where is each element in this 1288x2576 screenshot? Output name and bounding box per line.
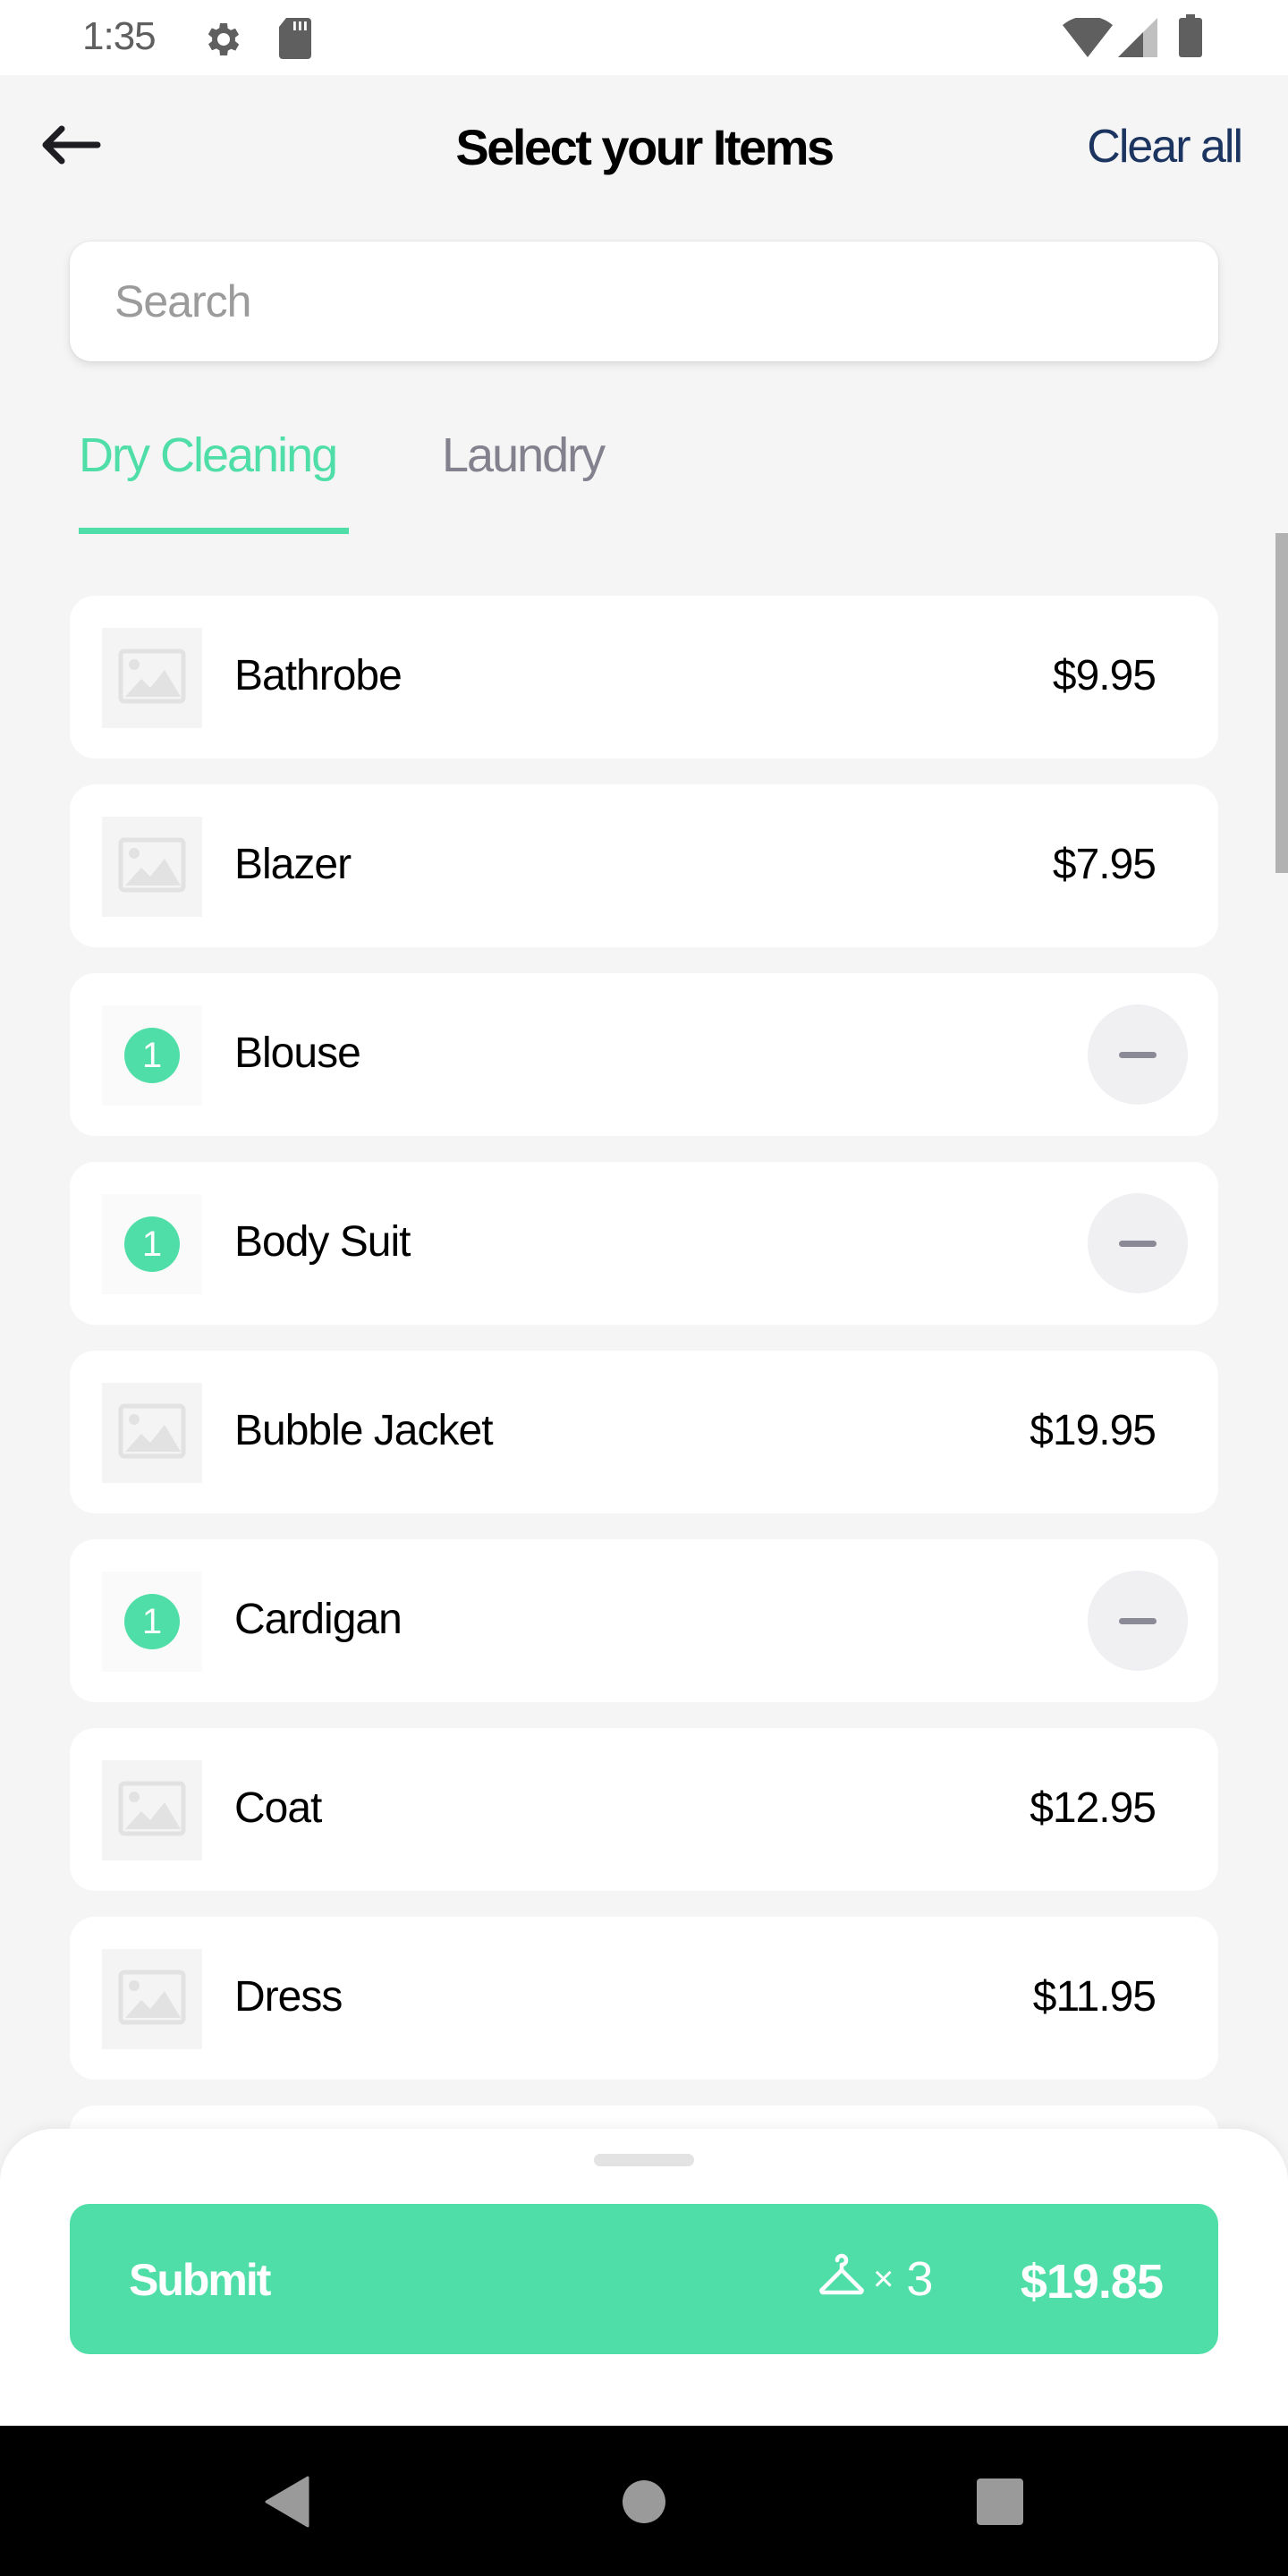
item-name: Coat [234,1784,322,1832]
times-symbol: × [873,2258,894,2299]
status-time: 1:35 [82,14,157,58]
search-box [70,242,1218,361]
tab-laundry[interactable]: Laundry [442,428,606,483]
list-item[interactable]: Bubble Jacket $19.95 [70,1351,1218,1513]
list-item[interactable]: 1 Body Suit [70,1162,1218,1325]
wifi-icon [1063,15,1113,62]
nav-back-button[interactable] [256,2472,318,2535]
item-thumbnail [102,628,202,728]
hanger-icon [818,2250,866,2309]
item-name: Body Suit [234,1218,411,1266]
image-placeholder-icon [118,1970,186,2029]
category-tabs: Dry Cleaning Laundry [79,428,1224,537]
sd-card-icon [277,18,313,64]
minus-icon [1119,1617,1157,1624]
quantity-badge: 1 [124,1028,180,1083]
battery-icon [1177,14,1204,62]
list-item[interactable]: Dress $11.95 [70,1917,1218,2080]
list-item[interactable]: 1 Blouse [70,973,1218,1136]
tab-dry-cleaning[interactable]: Dry Cleaning [79,428,338,483]
item-thumbnail: 1 [102,1572,202,1672]
nav-recents-button[interactable] [969,2472,1031,2535]
minus-icon [1119,1240,1157,1247]
item-price: $12.95 [1030,1784,1157,1832]
recents-square-icon [976,2478,1024,2530]
decrease-quantity-button[interactable] [1088,1571,1188,1671]
submit-label: Submit [129,2255,271,2305]
home-circle-icon [622,2479,666,2529]
item-thumbnail: 1 [102,1194,202,1294]
decrease-quantity-button[interactable] [1088,1004,1188,1105]
list-item[interactable]: Blazer $7.95 [70,784,1218,947]
header: Select your Items Clear all [0,75,1288,224]
gear-icon [202,18,245,65]
item-price: $19.95 [1030,1407,1157,1454]
order-total: $19.85 [1020,2255,1164,2309]
image-placeholder-icon [118,1403,186,1463]
clear-all-button[interactable]: Clear all [1087,120,1243,174]
quantity-badge: 1 [124,1594,180,1649]
list-item[interactable]: Coat $12.95 [70,1728,1218,1891]
item-thumbnail: 1 [102,1005,202,1106]
image-placeholder-icon [118,1781,186,1841]
decrease-quantity-button[interactable] [1088,1193,1188,1293]
back-triangle-icon [265,2476,309,2532]
item-price: $9.95 [1052,652,1157,699]
cellular-signal-icon [1118,18,1157,62]
list-item[interactable]: 1 Cardigan [70,1539,1218,1702]
item-name: Cardigan [234,1596,402,1643]
item-price: $11.95 [1032,1973,1157,2021]
sheet-drag-handle[interactable] [594,2154,694,2166]
system-nav-bar [0,2426,1288,2576]
submit-button[interactable]: Submit × 3 $19.85 [70,2204,1218,2354]
item-thumbnail [102,1383,202,1483]
search-input[interactable] [70,242,1218,361]
image-placeholder-icon [118,837,186,897]
active-tab-indicator [79,528,349,534]
item-name: Bubble Jacket [234,1407,494,1454]
bottom-sheet: Submit × 3 $19.85 [0,2129,1288,2426]
list-item[interactable]: Bathrobe $9.95 [70,596,1218,758]
item-count: × 3 [818,2250,933,2308]
status-bar: 1:35 [0,0,1288,75]
item-price: $7.95 [1052,841,1157,888]
item-name: Blazer [234,841,352,888]
item-count-value: 3 [906,2252,934,2306]
item-name: Dress [234,1973,343,2021]
nav-home-button[interactable] [613,2472,675,2535]
item-name: Blouse [234,1030,361,1077]
image-placeholder-icon [118,648,186,708]
item-name: Bathrobe [234,652,402,699]
item-thumbnail [102,1760,202,1860]
item-thumbnail [102,1949,202,2049]
item-thumbnail [102,817,202,917]
quantity-badge: 1 [124,1216,180,1272]
scrollbar[interactable] [1275,533,1288,873]
minus-icon [1119,1051,1157,1058]
